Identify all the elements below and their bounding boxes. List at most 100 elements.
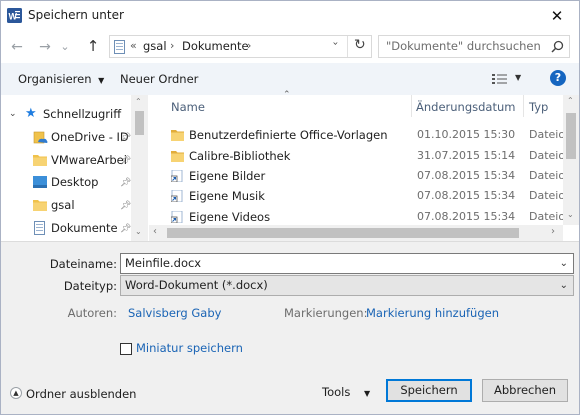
view-options-icon[interactable]	[492, 73, 508, 85]
pin-icon: 📌︎	[120, 224, 132, 234]
thumbnail-checkbox[interactable]	[120, 343, 132, 355]
collapse-up-icon[interactable]: ▲	[10, 387, 22, 399]
organize-label: Organisieren	[18, 72, 92, 86]
filename-label-text: Dateiname:	[49, 257, 117, 271]
column-divider[interactable]	[523, 95, 524, 117]
save-button[interactable]: Speichern	[386, 379, 472, 402]
folder-icon	[33, 200, 47, 211]
back-arrow-icon[interactable]: ←	[8, 39, 26, 55]
tags-label: Markierungen:	[284, 306, 368, 320]
address-divider	[347, 36, 348, 57]
file-row[interactable]: Eigene Videos 07.08.2015 15:34 Dateio	[151, 207, 567, 227]
shortcut-folder-icon	[171, 170, 183, 182]
path-overflow-chevron[interactable]: «	[130, 39, 137, 52]
file-type: Dateio	[529, 189, 566, 202]
file-date: 07.08.2015 15:34	[417, 189, 516, 202]
file-list-scroll-thumb[interactable]	[566, 113, 576, 159]
filetype-value: Word-Dokument (*.docx)	[125, 278, 268, 292]
file-type: Dateio	[529, 128, 566, 141]
documents-location-icon	[114, 40, 125, 54]
tools-button[interactable]: Tools ▼	[322, 385, 370, 399]
refresh-icon[interactable]: ↻	[354, 37, 366, 53]
hide-folders-button[interactable]: Ordner ausblenden	[26, 387, 136, 401]
column-header-name[interactable]: Name	[171, 100, 205, 114]
help-icon[interactable]: ?	[550, 70, 566, 86]
sidebar-scroll-thumb[interactable]	[135, 111, 144, 135]
file-row[interactable]: Eigene Bilder 07.08.2015 15:34 Dateio	[151, 166, 567, 186]
cancel-button[interactable]: Abbrechen	[482, 379, 568, 402]
sidebar-item-quick-access[interactable]: ⌄ ★ Schnellzugriff	[1, 104, 131, 124]
file-list-vertical-scrollbar[interactable]: ⌃ ⌄	[563, 95, 579, 225]
recent-locations-chevron-icon[interactable]: ⌄	[56, 39, 74, 55]
file-date: 01.10.2015 15:30	[417, 128, 516, 141]
word-app-icon: W	[7, 8, 22, 23]
forward-arrow-icon[interactable]: →	[36, 39, 54, 55]
search-box[interactable]: "Dokumente" durchsuchen	[378, 35, 570, 58]
sidebar-item-label: Dokumente	[51, 221, 118, 235]
file-name: Benutzerdefinierte Office-Vorlagen	[189, 128, 388, 142]
sidebar-item-vmware[interactable]: VMwareArbei	[1, 150, 131, 170]
filename-input[interactable]: Meinfile.docx ⌄	[120, 253, 574, 274]
filetype-dropdown-icon[interactable]: ⌄	[560, 276, 568, 295]
filename-value: Meinfile.docx	[125, 256, 202, 270]
thumbnail-label[interactable]: Miniatur speichern	[136, 341, 243, 355]
search-icon[interactable]	[551, 40, 564, 53]
sidebar-scrollbar[interactable]: ⌃ ⌄	[131, 95, 148, 241]
search-input[interactable]: "Dokumente" durchsuchen	[386, 39, 541, 53]
file-name: Eigene Videos	[189, 210, 271, 224]
breadcrumb-dropdown-icon[interactable]: ›	[247, 39, 251, 52]
filename-dropdown-icon[interactable]: ⌄	[560, 254, 568, 273]
address-dropdown-chevron-icon[interactable]: ›	[330, 42, 341, 46]
file-row[interactable]: Calibre-Bibliothek 31.07.2015 15:14 Date…	[151, 146, 567, 166]
sidebar-item-desktop[interactable]: Desktop	[1, 172, 131, 192]
column-divider[interactable]	[411, 95, 412, 117]
breadcrumb-dokumente[interactable]: Dokumente	[182, 39, 249, 53]
scroll-left-icon[interactable]: ‹	[153, 226, 157, 237]
column-header-type[interactable]: Typ	[529, 100, 548, 114]
sidebar-item-onedrive[interactable]: OneDrive - ID	[1, 127, 131, 147]
sidebar-item-documents[interactable]: Dokumente	[1, 218, 131, 238]
file-row[interactable]: Eigene Musik 07.08.2015 15:34 Dateio	[151, 186, 567, 206]
filetype-label: Dateityp:	[63, 279, 117, 293]
collapse-chevron-icon[interactable]: ⌄	[9, 104, 17, 124]
save-as-dialog: W Speichern unter ✕ ← → ⌄ ↑ « gsal › Dok…	[0, 0, 580, 415]
column-header-date[interactable]: Änderungsdatum	[416, 100, 515, 114]
file-date: 07.08.2015 15:34	[417, 169, 516, 182]
sidebar-item-gsal[interactable]: gsal	[1, 195, 131, 215]
file-row[interactable]: Benutzerdefinierte Office-Vorlagen 01.10…	[151, 125, 567, 145]
up-arrow-icon[interactable]: ↑	[84, 38, 102, 54]
svg-text:W: W	[9, 12, 18, 22]
close-button[interactable]: ✕	[544, 4, 570, 28]
pin-icon: 📌︎	[120, 178, 132, 188]
breadcrumb-gsal[interactable]: gsal	[143, 39, 167, 53]
scroll-down-icon[interactable]: ⌄	[135, 227, 142, 236]
breadcrumb-separator-icon[interactable]: ›	[170, 39, 174, 52]
address-bar[interactable]: « gsal › Dokumente › › ↻	[109, 35, 372, 58]
scroll-down-icon[interactable]: ⌄	[567, 210, 574, 219]
star-icon: ★	[25, 106, 37, 121]
filetype-select[interactable]: Word-Dokument (*.docx) ⌄	[120, 275, 574, 296]
file-date: 07.08.2015 15:34	[417, 210, 516, 223]
view-dropdown-icon[interactable]: ▼	[515, 73, 521, 82]
scroll-up-icon[interactable]: ⌃	[567, 96, 574, 105]
add-tag-link[interactable]: Markierung hinzufügen	[366, 306, 499, 320]
file-list-horizontal-scrollbar[interactable]: ‹ ›	[149, 225, 563, 241]
shortcut-folder-icon	[171, 190, 183, 202]
authors-label: Autoren:	[67, 306, 117, 320]
sidebar-item-label: VMwareArbei	[51, 153, 127, 167]
sidebar-item-label: OneDrive - ID	[51, 130, 129, 144]
authors-link[interactable]: Salvisberg Gaby	[128, 306, 221, 320]
pin-icon: 📌︎	[120, 156, 132, 166]
file-name: Eigene Musik	[189, 189, 265, 203]
caret-down-icon: ▼	[98, 76, 105, 85]
scroll-right-icon[interactable]: ›	[551, 226, 555, 237]
horizontal-scroll-thumb[interactable]	[167, 228, 519, 238]
documents-icon	[34, 221, 45, 235]
organize-button[interactable]: Organisieren ▼	[18, 72, 104, 86]
folder-icon	[171, 151, 184, 162]
scroll-up-icon[interactable]: ⌃	[135, 97, 142, 106]
file-type: Dateio	[529, 210, 566, 223]
desktop-icon	[33, 176, 47, 188]
file-date: 31.07.2015 15:14	[417, 149, 516, 162]
new-folder-button[interactable]: Neuer Ordner	[120, 72, 198, 86]
